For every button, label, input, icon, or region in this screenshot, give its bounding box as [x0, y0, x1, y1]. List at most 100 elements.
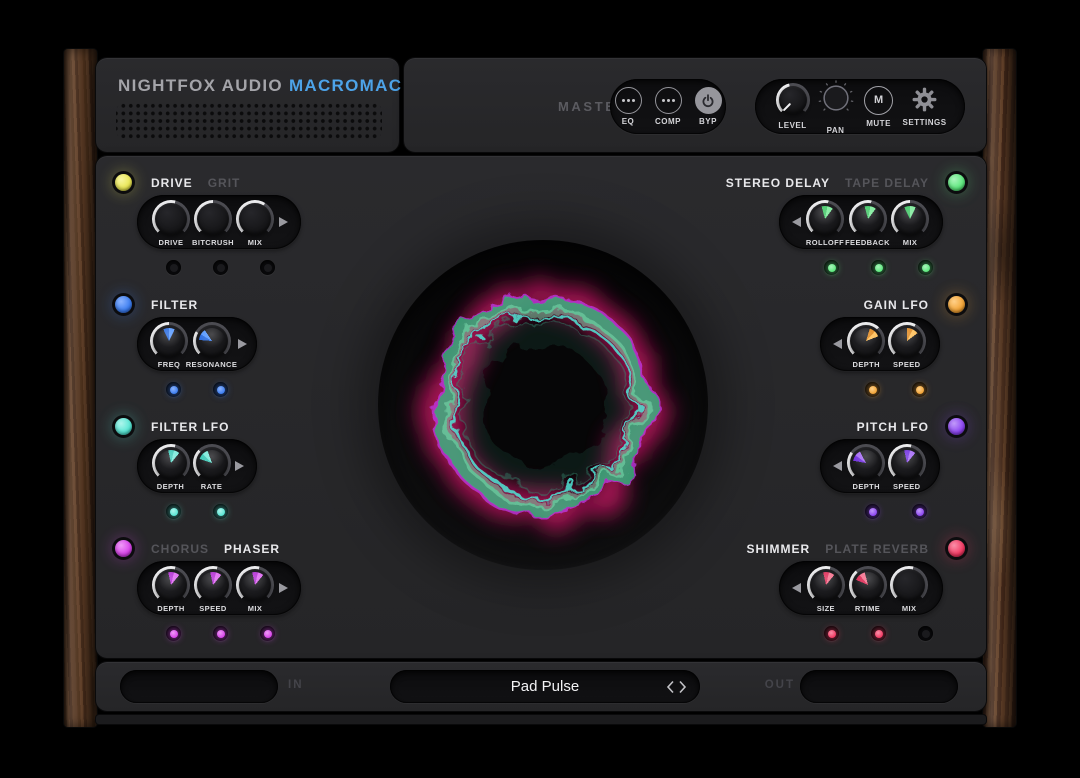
knob-freq[interactable] [150, 322, 188, 360]
tab-tape-delay[interactable]: TAPE DELAY [845, 176, 929, 190]
module-led-stereo-delay[interactable] [948, 174, 965, 191]
tab-filter-lfo[interactable]: FILTER LFO [151, 420, 229, 434]
knob-unit: RTIME [847, 564, 889, 613]
pan-knob[interactable] [816, 79, 856, 122]
knob-resonance[interactable] [193, 322, 231, 360]
wood-rail-left [64, 49, 97, 727]
tab-gain-lfo[interactable]: GAIN LFO [864, 298, 929, 312]
knob-led-on[interactable] [824, 260, 839, 275]
module-led-pitch-lfo[interactable] [948, 418, 965, 435]
knob-led-on[interactable] [912, 504, 927, 519]
triangle-right-icon[interactable] [279, 583, 288, 593]
level-knob[interactable] [776, 83, 810, 117]
module-led-row [849, 504, 943, 519]
knob-led-on[interactable] [824, 626, 839, 641]
triangle-right-icon[interactable] [238, 339, 247, 349]
knob-unit: MIX [234, 564, 276, 613]
knob-rtime[interactable] [849, 566, 887, 604]
knob-unit: RATE [191, 442, 232, 491]
tab-drive[interactable]: DRIVE [151, 176, 193, 190]
knob-led-on[interactable] [865, 504, 880, 519]
triangle-left-icon[interactable] [792, 217, 801, 227]
knob-feedback[interactable] [849, 200, 887, 238]
module-led-drive[interactable] [115, 174, 132, 191]
eq-button[interactable]: EQ [612, 87, 644, 126]
tab-pitch-lfo[interactable]: PITCH LFO [857, 420, 929, 434]
knob-mix[interactable] [891, 200, 929, 238]
knob-depth[interactable] [152, 444, 190, 482]
knob-mix[interactable] [236, 200, 274, 238]
chevron-left-icon[interactable] [666, 680, 675, 694]
knob-value-wedge [158, 572, 184, 598]
knob-led-on[interactable] [865, 382, 880, 397]
chevron-right-icon[interactable] [678, 680, 687, 694]
knob-depth[interactable] [847, 444, 885, 482]
module-led-chorus-phaser[interactable] [115, 540, 132, 557]
knob-led-on[interactable] [213, 382, 228, 397]
comp-button[interactable]: COMP [652, 87, 684, 126]
bypass-button[interactable]: BYP [692, 87, 724, 126]
led-cell [244, 260, 291, 275]
knob-led-on[interactable] [912, 382, 927, 397]
led-cell [150, 260, 197, 275]
settings-button[interactable] [911, 86, 938, 118]
knob-unit: RESONANCE [188, 320, 235, 369]
module-led-shimmer[interactable] [948, 540, 965, 557]
module-header: PITCH LFO [857, 418, 965, 435]
knob-led-off[interactable] [166, 260, 181, 275]
knob-depth[interactable] [847, 322, 885, 360]
module-led-filter[interactable] [115, 296, 132, 313]
tab-phaser[interactable]: PHASER [224, 542, 280, 556]
knob-mix[interactable] [236, 566, 274, 604]
knob-size[interactable] [807, 566, 845, 604]
module-filter-lfo: FILTER LFO DEPTHRATE [96, 414, 541, 536]
tab-grit[interactable]: GRIT [208, 176, 241, 190]
knob-led-on[interactable] [260, 626, 275, 641]
led-cell [150, 382, 197, 397]
triangle-left-icon[interactable] [833, 339, 842, 349]
knob-led-on[interactable] [166, 626, 181, 641]
knob-unit: MIX [890, 198, 930, 247]
module-header: CHORUS PHASER [115, 540, 280, 557]
logo-panel: NIGHTFOX AUDIO MACROMACRO [96, 58, 399, 152]
tab-shimmer[interactable]: SHIMMER [747, 542, 811, 556]
knob-led-on[interactable] [213, 626, 228, 641]
knob-mix[interactable] [890, 566, 928, 604]
tab-stereo-delay[interactable]: STEREO DELAY [726, 176, 830, 190]
knob-led-on[interactable] [918, 260, 933, 275]
module-led-filter-lfo[interactable] [115, 418, 132, 435]
tab-filter[interactable]: FILTER [151, 298, 198, 312]
knob-depth[interactable] [152, 566, 190, 604]
led-cell [197, 626, 244, 641]
knob-label: DEPTH [157, 604, 184, 613]
knob-led-on[interactable] [871, 626, 886, 641]
preset-selector[interactable]: Pad Pulse [390, 670, 700, 703]
knob-led-off[interactable] [918, 626, 933, 641]
knob-speed[interactable] [888, 444, 926, 482]
knob-unit: DEPTH [150, 442, 191, 491]
led-cell [902, 260, 949, 275]
knob-rate[interactable] [193, 444, 231, 482]
triangle-right-icon[interactable] [235, 461, 244, 471]
triangle-right-icon[interactable] [279, 217, 288, 227]
mute-button[interactable]: M [864, 86, 893, 115]
triangle-left-icon[interactable] [792, 583, 801, 593]
tab-plate-reverb[interactable]: PLATE REVERB [825, 542, 929, 556]
knob-led-off[interactable] [260, 260, 275, 275]
knob-label: SPEED [893, 482, 920, 491]
knob-led-on[interactable] [166, 504, 181, 519]
knob-led-on[interactable] [166, 382, 181, 397]
knob-label: MIX [248, 238, 263, 247]
knob-bitcrush[interactable] [194, 200, 232, 238]
knob-face [197, 203, 229, 235]
knob-speed[interactable] [194, 566, 232, 604]
knob-speed[interactable] [888, 322, 926, 360]
knob-led-on[interactable] [213, 504, 228, 519]
module-led-gain-lfo[interactable] [948, 296, 965, 313]
knob-drive[interactable] [152, 200, 190, 238]
knob-led-off[interactable] [213, 260, 228, 275]
triangle-left-icon[interactable] [833, 461, 842, 471]
knob-led-on[interactable] [871, 260, 886, 275]
tab-chorus[interactable]: CHORUS [151, 542, 209, 556]
knob-rolloff[interactable] [806, 200, 844, 238]
